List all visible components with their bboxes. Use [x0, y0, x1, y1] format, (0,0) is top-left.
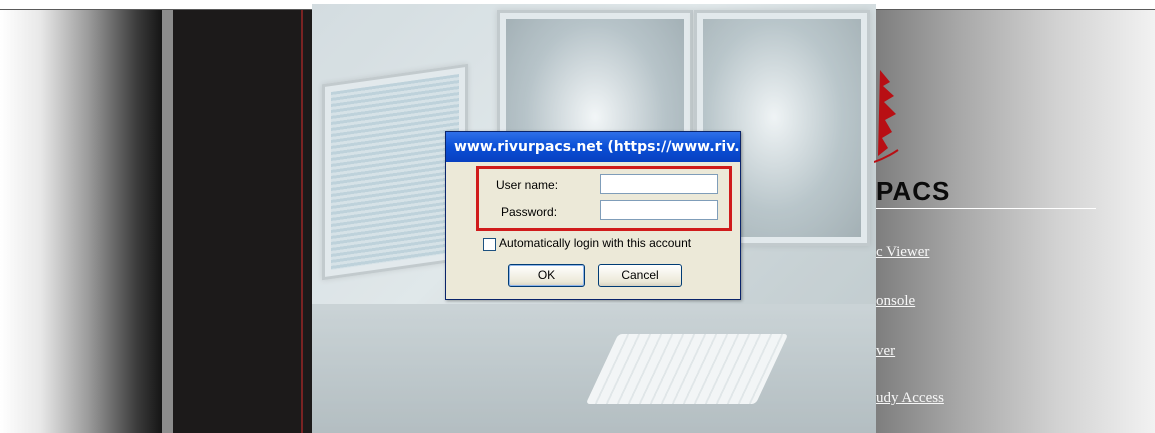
- auto-login-checkbox[interactable]: [483, 238, 496, 251]
- nav-link-study-access[interactable]: udy Access: [876, 390, 944, 407]
- dialog-title: www.rivurpacs.net (https://www.riv...: [446, 132, 740, 162]
- nav-link-console[interactable]: onsole: [876, 293, 915, 310]
- left-gray-bar: [162, 10, 173, 433]
- cancel-button[interactable]: Cancel: [598, 264, 682, 287]
- left-dark-strip: [303, 10, 312, 433]
- right-gradient-panel: [876, 10, 1155, 433]
- login-dialog: www.rivurpacs.net (https://www.riv... Us…: [445, 131, 741, 300]
- logo-leaf-icon: [874, 70, 899, 163]
- password-label: Password:: [501, 205, 558, 219]
- username-label: User name:: [496, 178, 559, 192]
- nav-link-viewer[interactable]: c Viewer: [876, 244, 929, 261]
- logo-divider: [876, 208, 1096, 209]
- left-gradient-panel: [0, 10, 162, 433]
- nav-link-viewer-2[interactable]: ver: [876, 343, 895, 360]
- username-input[interactable]: [600, 174, 718, 194]
- password-input[interactable]: [600, 200, 718, 220]
- logo-text: PACS: [876, 176, 951, 206]
- ok-button[interactable]: OK: [508, 264, 585, 287]
- auto-login-label[interactable]: Automatically login with this account: [499, 236, 691, 250]
- left-dark-panel: [173, 10, 301, 433]
